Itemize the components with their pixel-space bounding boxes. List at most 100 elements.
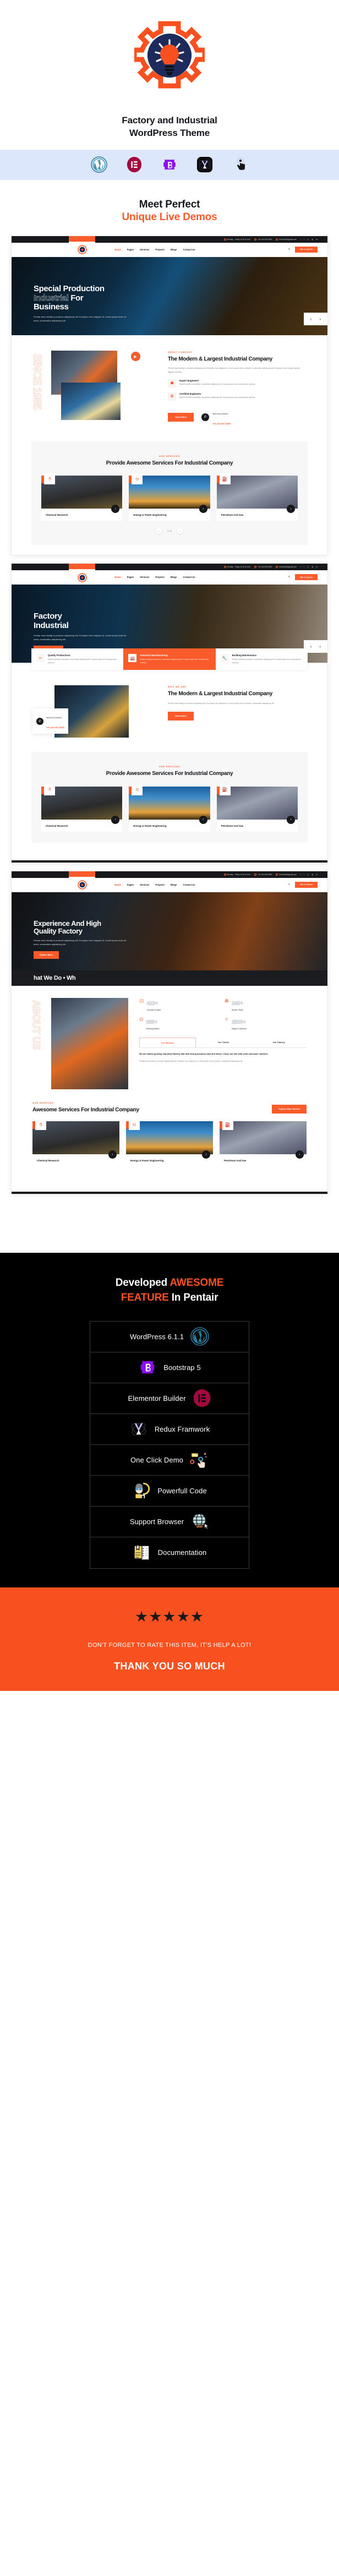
explore-more-button[interactable]: Explore More bbox=[34, 951, 59, 959]
services-eyebrow: OUR SERVICES bbox=[158, 454, 181, 457]
about-tabs[interactable]: Our Mission Our Vision Our History bbox=[139, 1037, 307, 1048]
arrow-icon[interactable]: › bbox=[199, 505, 207, 514]
arrow-icon[interactable]: › bbox=[286, 815, 295, 824]
nav-link-services[interactable]: Services bbox=[140, 576, 149, 578]
nav-link-services[interactable]: Services bbox=[140, 248, 149, 251]
service-card[interactable]: ⛽ › Petroleum And Gas bbox=[216, 784, 298, 832]
nav-link-home[interactable]: Home bbox=[114, 248, 121, 251]
feature-label: Powerfull Code bbox=[157, 1486, 207, 1495]
feature-row-elementor[interactable]: Elementor Builder bbox=[90, 1383, 249, 1414]
topbar-email[interactable]: themehit2@gmail.com bbox=[276, 873, 297, 876]
nav-link-contact[interactable]: Contact Us bbox=[183, 248, 195, 251]
feature-row-redux[interactable]: Redux Framwork bbox=[90, 1414, 249, 1445]
about-more-button[interactable]: About More bbox=[168, 412, 194, 422]
nav-link-projects[interactable]: Projects bbox=[155, 576, 165, 578]
stat-grid: ▤ 423+ Success Project ☗ 240+ Worker Team … bbox=[139, 998, 307, 1030]
nav-link-projects[interactable]: Projects bbox=[155, 883, 165, 886]
service-card[interactable]: ⛽ › Petroleum And Gas bbox=[216, 473, 298, 521]
search-icon[interactable]: ⌕ bbox=[288, 248, 290, 252]
nav-link-contact[interactable]: Contact Us bbox=[183, 576, 195, 578]
watch-video-badge[interactable]: ▶ bbox=[127, 348, 144, 365]
call-number[interactable]: +91-234-567-8900 bbox=[46, 726, 64, 729]
feature-card-active[interactable]: 🏭 Industrial Manufacturing Modern societ… bbox=[123, 648, 216, 670]
mock-nav-logo[interactable] bbox=[69, 241, 95, 258]
spacer bbox=[0, 1202, 339, 1253]
phone-icon: ✆ bbox=[36, 717, 43, 725]
mock-nav-logo[interactable] bbox=[69, 876, 95, 893]
get-a-quote-button[interactable]: Get A Quote bbox=[295, 246, 318, 253]
prev-arrow-icon[interactable]: ‹ bbox=[310, 644, 312, 649]
services-eyebrow: OUR SERVICES bbox=[158, 765, 181, 768]
topbar-socials[interactable]: f t ◎ ◍ in bbox=[300, 238, 318, 241]
arrow-icon[interactable]: › bbox=[199, 815, 207, 824]
service-card[interactable]: ⚗ › Chemical Research bbox=[32, 1119, 119, 1167]
mock-nav-logo[interactable] bbox=[69, 569, 95, 586]
carousel-next-button[interactable]: → bbox=[177, 528, 183, 534]
about-call-card[interactable]: ✆ Need Any Question +91-234-567-8900 bbox=[32, 708, 69, 734]
topbar-socials[interactable]: f t ◎ ◍ in bbox=[300, 566, 318, 568]
topbar-email[interactable]: themehit2@gmail.com bbox=[276, 238, 297, 241]
carousel-prev-button[interactable]: ← bbox=[156, 528, 162, 534]
feature-card[interactable]: 🔧 Building Maintenance Modern society co… bbox=[215, 648, 308, 670]
nav-link-home[interactable]: Home bbox=[114, 576, 121, 578]
services-title: Provide Awesome Services For Industrial … bbox=[106, 460, 233, 466]
demo-1-hero-image: Special Production Industrial For Busine… bbox=[12, 256, 327, 335]
service-card[interactable]: ⛽ › Petroleum And Gas bbox=[220, 1119, 307, 1167]
nav-link-home[interactable]: Home bbox=[114, 883, 121, 886]
demo-preview-1[interactable]: Monday - Friday 10:00 to 6:00 +91-234-56… bbox=[11, 235, 328, 556]
feature-row-support-browser[interactable]: Support Browser WWW bbox=[90, 1507, 249, 1537]
service-name: Chemical Research bbox=[46, 514, 68, 517]
mock-nav-links[interactable]: Home Pages Services Projects Blogs Conta… bbox=[114, 248, 195, 251]
tab-our-history[interactable]: Our History bbox=[251, 1038, 307, 1047]
next-arrow-icon[interactable]: › bbox=[319, 316, 321, 321]
service-card[interactable]: ⚗ › Chemical Research bbox=[41, 473, 123, 521]
next-arrow-icon[interactable]: › bbox=[319, 644, 321, 649]
topbar-hours: Monday - Friday 10:00 to 6:00 bbox=[223, 238, 250, 241]
nav-link-pages[interactable]: Pages bbox=[127, 248, 134, 251]
search-icon[interactable]: ⌕ bbox=[288, 575, 290, 579]
demo-preview-2[interactable]: Monday - Friday 10:00 to 6:00 +91-234-56… bbox=[11, 563, 328, 863]
demo-1-slider-arrows[interactable]: ‹ › bbox=[303, 312, 327, 325]
mock-nav-links[interactable]: Home Pages Services Projects Blogs Conta… bbox=[114, 576, 195, 578]
nav-link-pages[interactable]: Pages bbox=[127, 576, 134, 578]
feature-row-bootstrap[interactable]: Bootstrap 5 bbox=[90, 1352, 249, 1383]
nav-link-projects[interactable]: Projects bbox=[155, 248, 165, 251]
search-icon[interactable]: ⌕ bbox=[288, 883, 290, 887]
tab-our-vision[interactable]: Our Vision bbox=[196, 1038, 251, 1047]
explore-more-service-button[interactable]: Explore More Service bbox=[272, 1105, 307, 1114]
demo-3-hero-title-1: Experience And High bbox=[34, 919, 101, 927]
feature-row-wordpress[interactable]: WordPress 6.1.1 bbox=[90, 1322, 249, 1352]
call-number[interactable]: +91-234-567-8900 bbox=[212, 422, 231, 425]
topbar-phone[interactable]: +91-234-567-8900 bbox=[254, 873, 272, 876]
demo-preview-3[interactable]: Monday - Friday 10:00 to 6:00 +91-234-56… bbox=[11, 870, 328, 1195]
services-carousel-nav[interactable]: ← 1 / 5 → bbox=[41, 528, 298, 534]
about-more-button[interactable]: About More bbox=[168, 712, 194, 721]
topbar-email[interactable]: themehit2@gmail.com bbox=[276, 566, 297, 569]
nav-link-pages[interactable]: Pages bbox=[127, 883, 134, 886]
service-card[interactable]: ⚗ › Chemical Research bbox=[41, 784, 123, 832]
gear-lightbulb-logo-icon bbox=[134, 21, 205, 89]
nav-link-services[interactable]: Services bbox=[140, 883, 149, 886]
service-card[interactable]: ⚙ › Energy & Power Engineering bbox=[129, 784, 210, 832]
get-a-quote-button[interactable]: Get A Quote bbox=[295, 881, 318, 888]
nav-link-blogs[interactable]: Blogs bbox=[171, 883, 177, 886]
feature-card[interactable]: ✂ Quality Productions Modern society con… bbox=[31, 648, 124, 670]
get-a-quote-button[interactable]: Get A Quote bbox=[295, 574, 318, 581]
play-icon[interactable]: ▶ bbox=[130, 352, 140, 362]
topbar-phone[interactable]: +91-234-567-8900 bbox=[254, 566, 272, 569]
prev-arrow-icon[interactable]: ‹ bbox=[310, 316, 312, 321]
service-card[interactable]: ⚙ › Energy & Power Engineering bbox=[126, 1119, 213, 1167]
topbar-phone[interactable]: +91-234-567-8900 bbox=[254, 238, 272, 241]
feature-row-powerful-code[interactable]: Powerfull Code bbox=[90, 1476, 249, 1507]
service-card[interactable]: ⚙ › Energy & Power Engineering bbox=[129, 473, 210, 521]
nav-link-blogs[interactable]: Blogs bbox=[171, 248, 177, 251]
topbar-socials[interactable]: f t ◎ ◍ in bbox=[300, 874, 318, 876]
mock-nav-links[interactable]: Home Pages Services Projects Blogs Conta… bbox=[114, 883, 195, 886]
about-call-block[interactable]: ✆ Need Any Question +91-234-567-8900 bbox=[201, 407, 231, 427]
nav-link-contact[interactable]: Contact Us bbox=[183, 883, 195, 886]
nav-link-blogs[interactable]: Blogs bbox=[171, 576, 177, 578]
tab-our-mission[interactable]: Our Mission bbox=[139, 1037, 196, 1047]
stat-value: 240 bbox=[231, 1000, 240, 1007]
feature-row-one-click-demo[interactable]: One Click Demo bbox=[90, 1445, 249, 1476]
feature-row-documentation[interactable]: Documentation bbox=[90, 1537, 249, 1568]
